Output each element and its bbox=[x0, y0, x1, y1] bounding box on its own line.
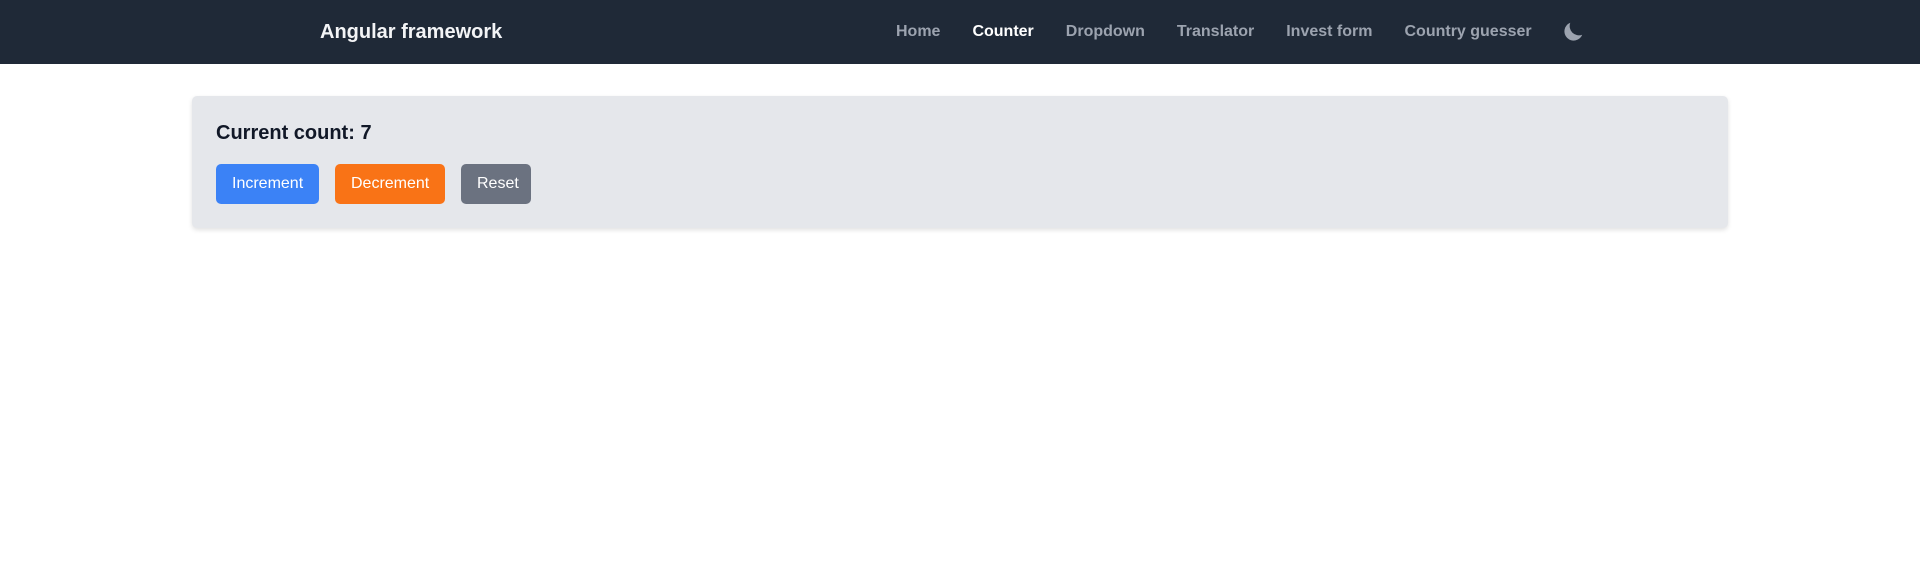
nav-link-dropdown[interactable]: Dropdown bbox=[1066, 23, 1145, 41]
top-navbar: Angular framework Home Counter Dropdown … bbox=[0, 0, 1920, 64]
nav-link-counter[interactable]: Counter bbox=[972, 23, 1033, 41]
brand-title[interactable]: Angular framework bbox=[320, 0, 502, 64]
nav-link-translator[interactable]: Translator bbox=[1177, 23, 1254, 41]
theme-toggle-button[interactable] bbox=[1560, 19, 1586, 45]
decrement-button[interactable]: Decrement bbox=[335, 164, 445, 204]
main-nav: Home Counter Dropdown Translator Invest … bbox=[896, 0, 1532, 64]
reset-button[interactable]: Reset bbox=[461, 164, 531, 204]
counter-actions: Increment Decrement Reset bbox=[216, 164, 531, 204]
counter-card: Current count: 7 Increment Decrement Res… bbox=[192, 96, 1728, 228]
nav-link-country-guesser[interactable]: Country guesser bbox=[1404, 23, 1531, 41]
nav-link-home[interactable]: Home bbox=[896, 23, 940, 41]
moon-icon bbox=[1564, 22, 1583, 41]
nav-link-invest-form[interactable]: Invest form bbox=[1286, 23, 1372, 41]
current-count: Current count: 7 bbox=[216, 122, 372, 145]
count-value: 7 bbox=[360, 122, 372, 144]
increment-button[interactable]: Increment bbox=[216, 164, 319, 204]
count-label: Current count: bbox=[216, 122, 355, 144]
